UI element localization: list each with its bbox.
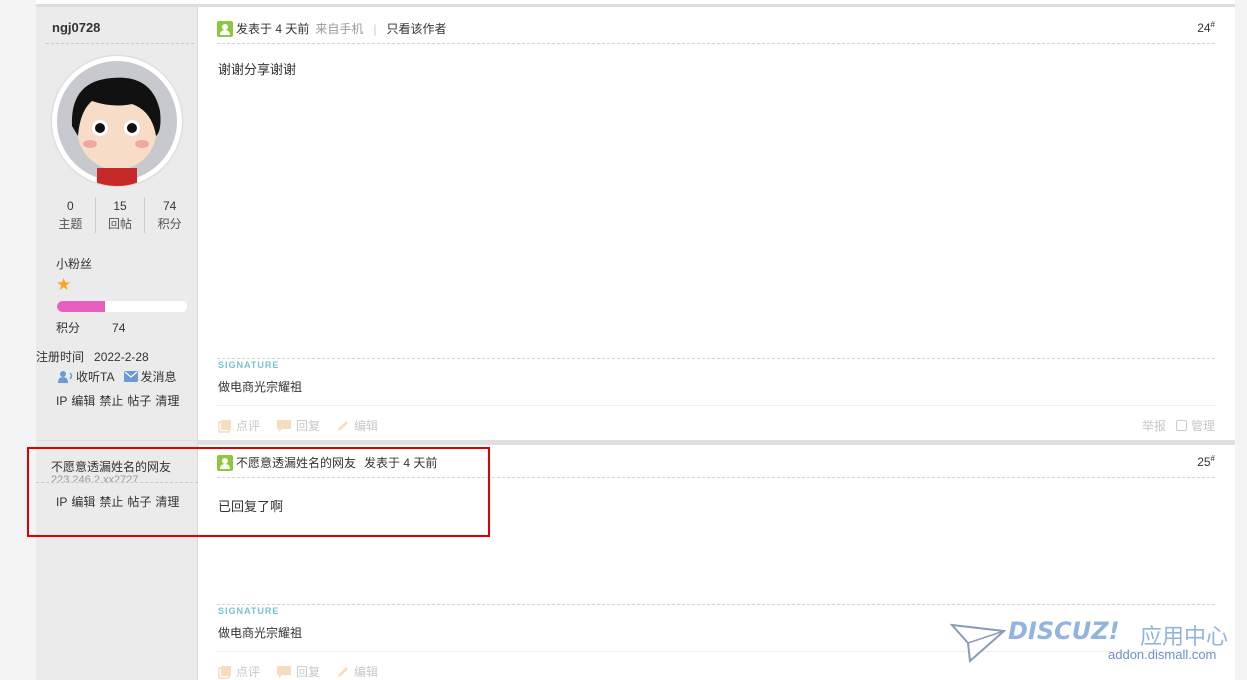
- signature-divider: [217, 358, 1215, 359]
- reply-label: 回复: [296, 665, 321, 679]
- stat-points-label: 积分: [157, 217, 182, 231]
- message-button[interactable]: 发消息: [124, 368, 176, 385]
- post-content: 谢谢分享谢谢: [218, 62, 297, 77]
- highlight-box: [27, 447, 490, 537]
- author-stats: 0 主题 15 回帖 74 积分: [46, 197, 194, 233]
- admin-ban-link[interactable]: 禁止: [99, 394, 123, 408]
- reply-button[interactable]: 回复: [276, 417, 320, 434]
- admin-ip-link[interactable]: IP: [56, 394, 67, 408]
- thread-container: ngj0728 0 主题 15 回帖 74 积分 小粉丝 ★ 积分 74 注册时…: [36, 0, 1235, 680]
- stat-threads-label: 主题: [58, 217, 83, 231]
- post-24: ngj0728 0 主题 15 回帖 74 积分 小粉丝 ★ 积分 74 注册时…: [36, 7, 1235, 440]
- register-row: 注册时间 2022-2-28: [36, 348, 149, 365]
- comment-icon: [218, 665, 231, 678]
- stat-threads[interactable]: 0 主题: [46, 197, 95, 233]
- edit-label: 编辑: [354, 419, 379, 433]
- pencil-icon: [338, 666, 349, 677]
- edit-label: 编辑: [354, 665, 379, 679]
- comment-button[interactable]: 点评: [218, 663, 260, 680]
- floor-mark: #: [1210, 454, 1215, 463]
- points-row: 积分 74: [56, 319, 125, 336]
- post-meta: 发表于 4 天前 来自手机 | 只看该作者: [217, 20, 447, 37]
- comment-button[interactable]: 点评: [218, 417, 260, 434]
- watermark-url: addon.dismall.com: [1108, 647, 1217, 662]
- user-rank[interactable]: 小粉丝: [56, 255, 92, 272]
- signature-text: 做电商光宗耀祖: [218, 380, 303, 394]
- post-source: 来自手机: [315, 22, 364, 36]
- register-date: 2022-2-28: [94, 350, 149, 364]
- post-time: 发表于 4 天前: [236, 22, 310, 36]
- signature-text: 做电商光宗耀祖: [218, 626, 303, 640]
- actions-divider: [217, 405, 1215, 406]
- post-actions: 点评 回复 编辑: [218, 417, 378, 434]
- edit-button[interactable]: 编辑: [336, 417, 378, 434]
- points-label: 积分: [56, 321, 81, 335]
- stat-replies-label: 回帖: [108, 217, 133, 231]
- author-username[interactable]: ngj0728: [52, 20, 100, 35]
- level-progress-bar: [57, 301, 187, 312]
- admin-links: IP 编辑 禁止 帖子 清理: [56, 392, 183, 409]
- follow-label: 收听TA: [76, 370, 115, 384]
- signature-label: SIGNATURE: [218, 606, 280, 616]
- only-author-link[interactable]: 只看该作者: [386, 20, 446, 37]
- message-label: 发消息: [140, 370, 177, 384]
- divider: [46, 43, 194, 44]
- edit-button[interactable]: 编辑: [336, 663, 378, 680]
- reply-label: 回复: [296, 419, 321, 433]
- follow-button[interactable]: 收听TA: [58, 368, 114, 385]
- admin-posts-link[interactable]: 帖子: [127, 394, 151, 408]
- meta-pipe: |: [373, 21, 377, 36]
- post-right-actions: 举报 管理: [1142, 417, 1215, 434]
- comment-label: 点评: [236, 665, 261, 679]
- avatar[interactable]: [52, 56, 182, 186]
- signature-divider: [217, 604, 1215, 605]
- stat-threads-value: 0: [66, 199, 74, 213]
- follow-row: 收听TA 发消息: [58, 368, 176, 385]
- author-sidebar: ngj0728 0 主题 15 回帖 74 积分 小粉丝 ★ 积分 74 注册时…: [36, 7, 198, 440]
- watermark-brand: DISCUZ!: [1008, 617, 1120, 645]
- admin-edit-link[interactable]: 编辑: [71, 394, 95, 408]
- floor-number[interactable]: 25#: [1197, 454, 1215, 469]
- reply-icon: [277, 419, 292, 432]
- admin-clean-link[interactable]: 清理: [155, 394, 179, 408]
- floor-mark: #: [1210, 20, 1215, 29]
- plane-icon: [950, 623, 1007, 664]
- floor-value: 24: [1197, 21, 1211, 35]
- star-icon: ★: [56, 275, 72, 294]
- comment-icon: [218, 419, 231, 432]
- comment-label: 点评: [236, 419, 261, 433]
- signature-label: SIGNATURE: [218, 360, 280, 370]
- stat-points-value: 74: [163, 199, 177, 213]
- points-value: 74: [112, 321, 126, 335]
- mail-icon: [124, 371, 139, 382]
- reply-icon: [277, 665, 292, 678]
- manage-label: 管理: [1190, 419, 1215, 433]
- floor-number[interactable]: 24#: [1197, 20, 1215, 35]
- follow-icon: [58, 370, 73, 383]
- reply-button[interactable]: 回复: [276, 663, 320, 680]
- manage-checkbox[interactable]: [1175, 420, 1187, 431]
- manage-toggle[interactable]: 管理: [1175, 417, 1215, 434]
- level-progress-fill: [57, 301, 106, 312]
- pencil-icon: [338, 420, 349, 431]
- stat-points[interactable]: 74 积分: [144, 197, 194, 233]
- user-icon: [217, 20, 233, 37]
- watermark: DISCUZ! 应用中心 addon.dismall.com: [950, 617, 1240, 667]
- post-actions: 点评 回复 编辑: [218, 663, 378, 680]
- meta-divider: [217, 43, 1215, 44]
- floor-value: 25: [1197, 455, 1211, 469]
- avatar-image: [57, 61, 177, 186]
- stat-replies[interactable]: 15 回帖: [94, 197, 145, 233]
- report-link[interactable]: 举报: [1142, 417, 1166, 434]
- register-label: 注册时间: [36, 350, 85, 364]
- post-main: 发表于 4 天前 来自手机 | 只看该作者 24# 谢谢分享谢谢 SIGNATU…: [198, 7, 1235, 440]
- stat-replies-value: 15: [113, 199, 127, 213]
